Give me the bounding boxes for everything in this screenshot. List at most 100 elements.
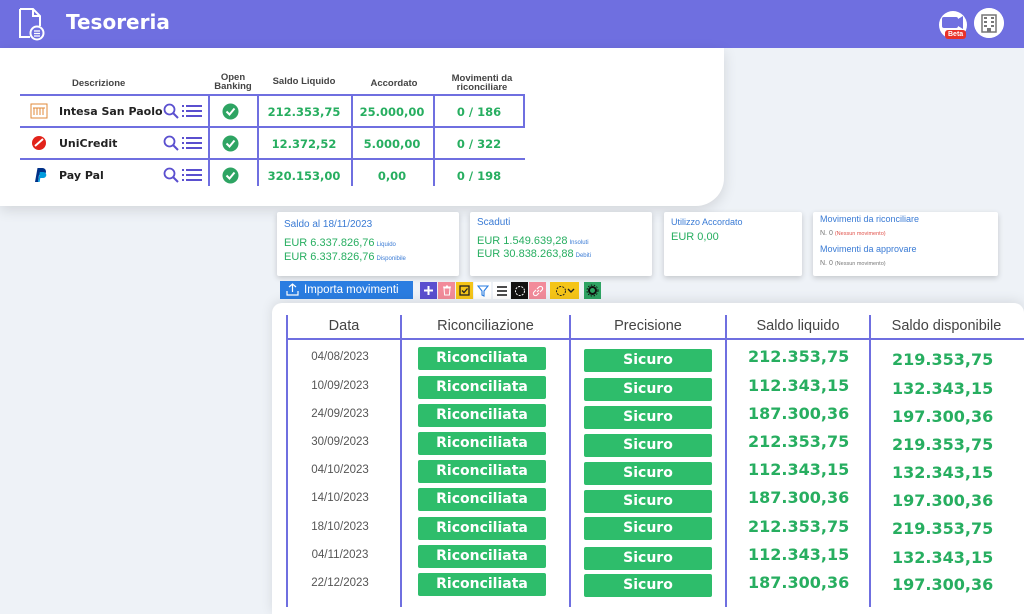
movimenti-approvare-title[interactable]: Movimenti da approvare bbox=[820, 244, 917, 254]
delete-button[interactable] bbox=[438, 282, 455, 299]
movements-card: Data Riconciliazione Precisione Saldo li… bbox=[272, 303, 1024, 614]
plus-icon bbox=[424, 286, 433, 295]
table-row[interactable]: 10/09/2023 Riconciliata Sicuro 112.343,1… bbox=[272, 376, 1024, 404]
saldo-summary-card: Saldo al 18/11/2023 EUR 6.337.826,76 Liqu… bbox=[277, 212, 459, 276]
sync-dropdown-button[interactable] bbox=[550, 282, 579, 299]
sicuro-badge[interactable]: Sicuro bbox=[584, 349, 712, 372]
settings-button[interactable] bbox=[584, 282, 601, 299]
scaduti-summary-card: Scaduti EUR 1.549.639,28 Insoluti EUR 30.… bbox=[470, 212, 652, 276]
filter-button[interactable] bbox=[474, 282, 491, 299]
check-circle-icon bbox=[222, 167, 239, 184]
paypal-logo-icon bbox=[35, 168, 47, 182]
row-date: 10/09/2023 bbox=[311, 380, 369, 392]
bank-name: Pay Pal bbox=[59, 169, 104, 182]
saldo-disponibile-value: 197.300,36 bbox=[892, 575, 994, 594]
col-header-riconciliazione[interactable]: Riconciliazione bbox=[402, 318, 569, 334]
app-header: Tesoreria Beta bbox=[0, 0, 1024, 48]
table-row[interactable]: 18/10/2023 Riconciliata Sicuro 212.353,7… bbox=[272, 517, 1024, 545]
bank-table: Intesa San Paolo 212.353,75 25.000,00 0 … bbox=[20, 94, 525, 190]
col-header-data[interactable]: Data bbox=[288, 318, 400, 334]
col-header-descrizione: Descrizione bbox=[72, 78, 126, 89]
upload-icon bbox=[286, 283, 299, 296]
riconciliata-badge[interactable]: Riconciliata bbox=[418, 460, 546, 483]
menu-icon bbox=[496, 285, 507, 296]
saldo-liquido-value: 112.343,15 bbox=[748, 460, 850, 479]
menu-button[interactable] bbox=[493, 282, 510, 299]
search-icon[interactable] bbox=[163, 103, 179, 119]
refresh-button[interactable] bbox=[511, 282, 528, 299]
sicuro-badge[interactable]: Sicuro bbox=[584, 517, 712, 540]
import-movimenti-button[interactable]: Importa movimenti bbox=[280, 281, 413, 299]
beta-badge: Beta bbox=[945, 30, 967, 39]
unicredit-logo-icon bbox=[32, 136, 46, 150]
riconciliata-badge[interactable]: Riconciliata bbox=[418, 347, 546, 370]
table-row[interactable]: 30/09/2023 Riconciliata Sicuro 212.353,7… bbox=[272, 432, 1024, 460]
debiti-line: EUR 30.838.263,88 Debiti bbox=[477, 248, 591, 260]
list-icon[interactable] bbox=[182, 104, 202, 118]
list-icon[interactable] bbox=[182, 136, 202, 150]
row-date: 04/10/2023 bbox=[311, 464, 369, 476]
table-row[interactable]: 22/12/2023 Riconciliata Sicuro 187.300,3… bbox=[272, 573, 1024, 601]
riconciliata-badge[interactable]: Riconciliata bbox=[418, 404, 546, 427]
accordato-title: Utilizzo Accordato bbox=[671, 217, 743, 227]
saldo-liquido-value: 187.300,36 bbox=[748, 404, 850, 423]
saldo-liquido-value: 320.153,00 bbox=[267, 169, 341, 183]
table-row[interactable]: 14/10/2023 Riconciliata Sicuro 187.300,3… bbox=[272, 488, 1024, 516]
sicuro-badge[interactable]: Sicuro bbox=[584, 434, 712, 457]
select-all-button[interactable] bbox=[456, 282, 473, 299]
riconciliata-badge[interactable]: Riconciliata bbox=[418, 545, 546, 568]
saldo-liquido-value: 212.353,75 bbox=[267, 105, 341, 119]
table-row[interactable]: 24/09/2023 Riconciliata Sicuro 187.300,3… bbox=[272, 404, 1024, 432]
search-icon[interactable] bbox=[163, 167, 179, 183]
table-row[interactable]: 04/11/2023 Riconciliata Sicuro 112.343,1… bbox=[272, 545, 1024, 573]
list-icon[interactable] bbox=[182, 168, 202, 182]
saldo-disponibile-value: 197.300,36 bbox=[892, 491, 994, 510]
circle-dots-icon bbox=[514, 285, 525, 296]
row-date: 04/08/2023 bbox=[311, 351, 369, 363]
riconciliata-badge[interactable]: Riconciliata bbox=[418, 488, 546, 511]
saldo-liquido-value: 112.343,15 bbox=[748, 376, 850, 395]
trash-icon bbox=[442, 285, 451, 296]
accordato-value: 25.000,00 bbox=[359, 105, 425, 119]
riconciliata-badge[interactable]: Riconciliata bbox=[418, 376, 546, 399]
saldo-disponibile-value: 132.343,15 bbox=[892, 548, 994, 567]
saldo-liquido-value: 212.353,75 bbox=[748, 517, 850, 536]
scaduti-title: Scaduti bbox=[477, 217, 511, 228]
saldo-liquido-value: 187.300,36 bbox=[748, 573, 850, 592]
table-row[interactable]: 04/10/2023 Riconciliata Sicuro 112.343,1… bbox=[272, 460, 1024, 488]
movimenti-riconciliare-count: N. 0 (Nessun movimento) bbox=[820, 230, 886, 237]
search-icon[interactable] bbox=[163, 135, 179, 151]
sicuro-badge[interactable]: Sicuro bbox=[584, 406, 712, 429]
checkbox-icon bbox=[459, 285, 470, 296]
sicuro-badge[interactable]: Sicuro bbox=[584, 462, 712, 485]
row-date: 04/11/2023 bbox=[311, 549, 369, 561]
col-header-saldo-disponibile[interactable]: Saldo disponibile bbox=[871, 318, 1022, 334]
bank-row-paypal[interactable]: Pay Pal 320.153,00 0,00 0 / 198 bbox=[20, 158, 525, 190]
header-divider bbox=[286, 338, 1024, 340]
bank-row-unicredit[interactable]: UniCredit 12.372,52 5.000,00 0 / 322 bbox=[20, 126, 525, 158]
riconciliata-badge[interactable]: Riconciliata bbox=[418, 573, 546, 596]
col-header-saldo-liquido[interactable]: Saldo liquido bbox=[727, 318, 869, 334]
col-header-precisione[interactable]: Precisione bbox=[571, 318, 725, 334]
link-button[interactable] bbox=[529, 282, 546, 299]
movimenti-riconciliare-title[interactable]: Movimenti da riconciliare bbox=[820, 214, 919, 224]
riconciliata-badge[interactable]: Riconciliata bbox=[418, 517, 546, 540]
sicuro-badge[interactable]: Sicuro bbox=[584, 574, 712, 597]
check-circle-icon bbox=[222, 103, 239, 120]
filter-icon bbox=[476, 284, 489, 297]
sicuro-badge[interactable]: Sicuro bbox=[584, 490, 712, 513]
row-date: 18/10/2023 bbox=[311, 521, 369, 533]
riconciliata-badge[interactable]: Riconciliata bbox=[418, 432, 546, 455]
saldo-liquido-value: 112.343,15 bbox=[748, 545, 850, 564]
col-header-open-banking: Open Banking bbox=[214, 72, 252, 92]
sicuro-badge[interactable]: Sicuro bbox=[584, 378, 712, 401]
accordato-value: 0,00 bbox=[377, 169, 407, 183]
add-button[interactable] bbox=[420, 282, 437, 299]
document-list-icon bbox=[19, 8, 45, 41]
building-icon[interactable] bbox=[974, 8, 1004, 38]
table-row[interactable]: 04/08/2023 Riconciliata Sicuro 212.353,7… bbox=[272, 347, 1024, 375]
saldo-summary-title: Saldo al 18/11/2023 bbox=[284, 219, 373, 230]
saldo-disponibile-value: 219.353,75 bbox=[892, 519, 994, 538]
bank-row-intesa[interactable]: Intesa San Paolo 212.353,75 25.000,00 0 … bbox=[20, 94, 525, 126]
sicuro-badge[interactable]: Sicuro bbox=[584, 547, 712, 570]
